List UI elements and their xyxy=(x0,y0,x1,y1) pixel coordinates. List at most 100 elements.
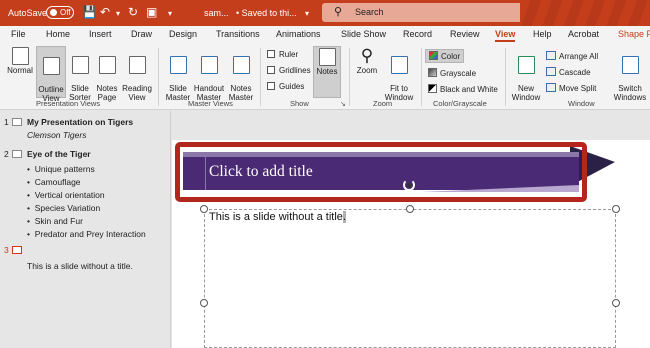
group-divider xyxy=(158,48,159,106)
black-white-swatch-icon xyxy=(428,84,437,93)
tab-home[interactable]: Home xyxy=(46,29,70,39)
zoom-button[interactable]: ⚲ Zoom xyxy=(353,46,381,98)
slide-icon[interactable] xyxy=(12,150,22,158)
resize-handle[interactable] xyxy=(612,205,620,213)
search-icon: ⚲ xyxy=(334,6,343,18)
color-swatch-icon xyxy=(429,51,438,60)
customize-toolbar-icon[interactable]: ▾ xyxy=(168,9,172,18)
body-text[interactable]: This is a slide without a title. xyxy=(209,211,346,223)
black-white-option[interactable]: Black and White xyxy=(428,84,498,94)
tab-transitions[interactable]: Transitions xyxy=(216,29,260,39)
cascade-button[interactable]: Cascade xyxy=(546,67,591,77)
group-divider xyxy=(260,48,261,106)
list-item[interactable]: • Unique patterns xyxy=(27,164,95,174)
tab-view[interactable]: View xyxy=(495,29,516,42)
slide-master-icon xyxy=(169,56,187,74)
ruler-checkbox[interactable]: Ruler xyxy=(267,50,298,59)
tab-acrobat[interactable]: Acrobat xyxy=(568,29,599,39)
notes-master-icon xyxy=(232,56,250,74)
resize-handle[interactable] xyxy=(612,299,620,307)
slide-master-button[interactable]: Slide Master xyxy=(164,46,192,102)
outline-view-icon xyxy=(42,57,60,75)
highlight-frame xyxy=(175,142,587,202)
list-item[interactable]: • Species Variation xyxy=(27,203,100,213)
fit-to-window-icon xyxy=(390,56,408,74)
slide-sorter-icon xyxy=(71,56,89,74)
autosave-label: AutoSave xyxy=(8,8,48,18)
notes-button[interactable]: Notes xyxy=(313,46,341,98)
resize-handle[interactable] xyxy=(406,205,414,213)
slide-number: 1 xyxy=(4,117,9,127)
resize-handle[interactable] xyxy=(200,299,208,307)
title-bar-pattern xyxy=(520,0,650,26)
save-icon[interactable]: 💾 xyxy=(82,5,97,19)
tab-help[interactable]: Help xyxy=(533,29,552,39)
slide-icon[interactable] xyxy=(12,246,22,254)
autosave-toggle[interactable]: Off xyxy=(46,6,74,19)
new-window-icon xyxy=(517,56,535,74)
notes-icon xyxy=(318,48,336,66)
tab-file[interactable]: File xyxy=(11,29,26,39)
reading-view-button[interactable]: Reading View xyxy=(121,46,153,102)
tab-slide-show[interactable]: Slide Show xyxy=(341,29,386,39)
grayscale-option[interactable]: Grayscale xyxy=(428,68,476,78)
save-status-chevron-icon[interactable]: ▾ xyxy=(305,9,309,18)
zoom-icon: ⚲ xyxy=(360,46,374,65)
slide-sorter-button[interactable]: Slide Sorter xyxy=(67,46,93,102)
undo-icon[interactable]: ↶ xyxy=(100,5,110,19)
undo-dropdown-icon[interactable]: ▾ xyxy=(116,9,120,18)
file-name: sam... xyxy=(204,8,229,18)
outline-slide-text[interactable]: This is a slide without a title. xyxy=(27,261,133,271)
tab-animations[interactable]: Animations xyxy=(276,29,321,39)
new-window-button[interactable]: New Window xyxy=(509,46,543,102)
guides-checkbox[interactable]: Guides xyxy=(267,82,304,91)
slide-icon[interactable] xyxy=(12,118,22,126)
outline-view-button[interactable]: Outline View xyxy=(36,46,66,103)
dialog-launcher-icon[interactable]: ↘ xyxy=(340,100,346,108)
notes-page-icon xyxy=(98,56,116,74)
saved-status[interactable]: • Saved to thi... xyxy=(236,8,297,18)
tab-design[interactable]: Design xyxy=(169,29,197,39)
handout-master-button[interactable]: Handout Master xyxy=(193,46,225,102)
tab-shape-format[interactable]: Shape F xyxy=(618,29,650,39)
pane-divider[interactable] xyxy=(170,111,171,348)
switch-windows-label: Switch Windows xyxy=(613,84,647,102)
outline-pane[interactable]: 1 My Presentation on Tigers Clemson Tige… xyxy=(0,111,170,348)
outline-slide-title[interactable]: Eye of the Tiger xyxy=(27,149,91,159)
grayscale-swatch-icon xyxy=(428,68,437,77)
redo-icon[interactable]: ↻ xyxy=(128,5,138,19)
switch-windows-button[interactable]: Switch Windows xyxy=(610,46,650,102)
outline-slide-title[interactable]: My Presentation on Tigers xyxy=(27,117,133,127)
new-window-label: New Window xyxy=(511,84,541,102)
move-split-icon xyxy=(546,83,556,92)
notes-page-button[interactable]: Notes Page xyxy=(94,46,120,102)
list-item[interactable]: • Predator and Prey Interaction xyxy=(27,229,146,239)
ribbon-tabs: File Home Insert Draw Design Transitions… xyxy=(0,26,650,44)
color-grayscale-group-label: Color/Grayscale xyxy=(433,99,487,108)
outline-slide-subtitle[interactable]: Clemson Tigers xyxy=(27,130,86,140)
search-input[interactable]: ⚲ Search xyxy=(322,3,522,22)
list-item[interactable]: • Vertical orientation xyxy=(27,190,105,200)
arrange-all-icon xyxy=(546,51,556,60)
tab-record[interactable]: Record xyxy=(403,29,432,39)
tab-review[interactable]: Review xyxy=(450,29,480,39)
slide-number: 2 xyxy=(4,149,9,159)
tab-insert[interactable]: Insert xyxy=(89,29,112,39)
resize-handle[interactable] xyxy=(200,205,208,213)
presentation-views-group-label: Presentation Views xyxy=(36,99,101,108)
arrange-all-button[interactable]: Arrange All xyxy=(546,51,598,61)
move-split-button[interactable]: Move Split xyxy=(546,83,596,93)
fit-to-window-button[interactable]: Fit to Window xyxy=(382,46,416,102)
list-item[interactable]: • Skin and Fur xyxy=(27,216,83,226)
body-placeholder[interactable] xyxy=(204,209,616,348)
gridlines-checkbox[interactable]: Gridlines xyxy=(267,66,311,75)
color-option[interactable]: Color xyxy=(425,49,465,63)
list-item[interactable]: • Camouflage xyxy=(27,177,81,187)
present-icon[interactable]: ▣ xyxy=(146,5,157,19)
zoom-label: Zoom xyxy=(356,66,378,75)
notes-master-button[interactable]: Notes Master xyxy=(227,46,255,102)
group-divider xyxy=(349,48,350,106)
tab-draw[interactable]: Draw xyxy=(131,29,152,39)
ribbon: Normal Outline View Slide Sorter Notes P… xyxy=(0,44,650,110)
normal-view-button[interactable]: Normal xyxy=(5,46,35,98)
